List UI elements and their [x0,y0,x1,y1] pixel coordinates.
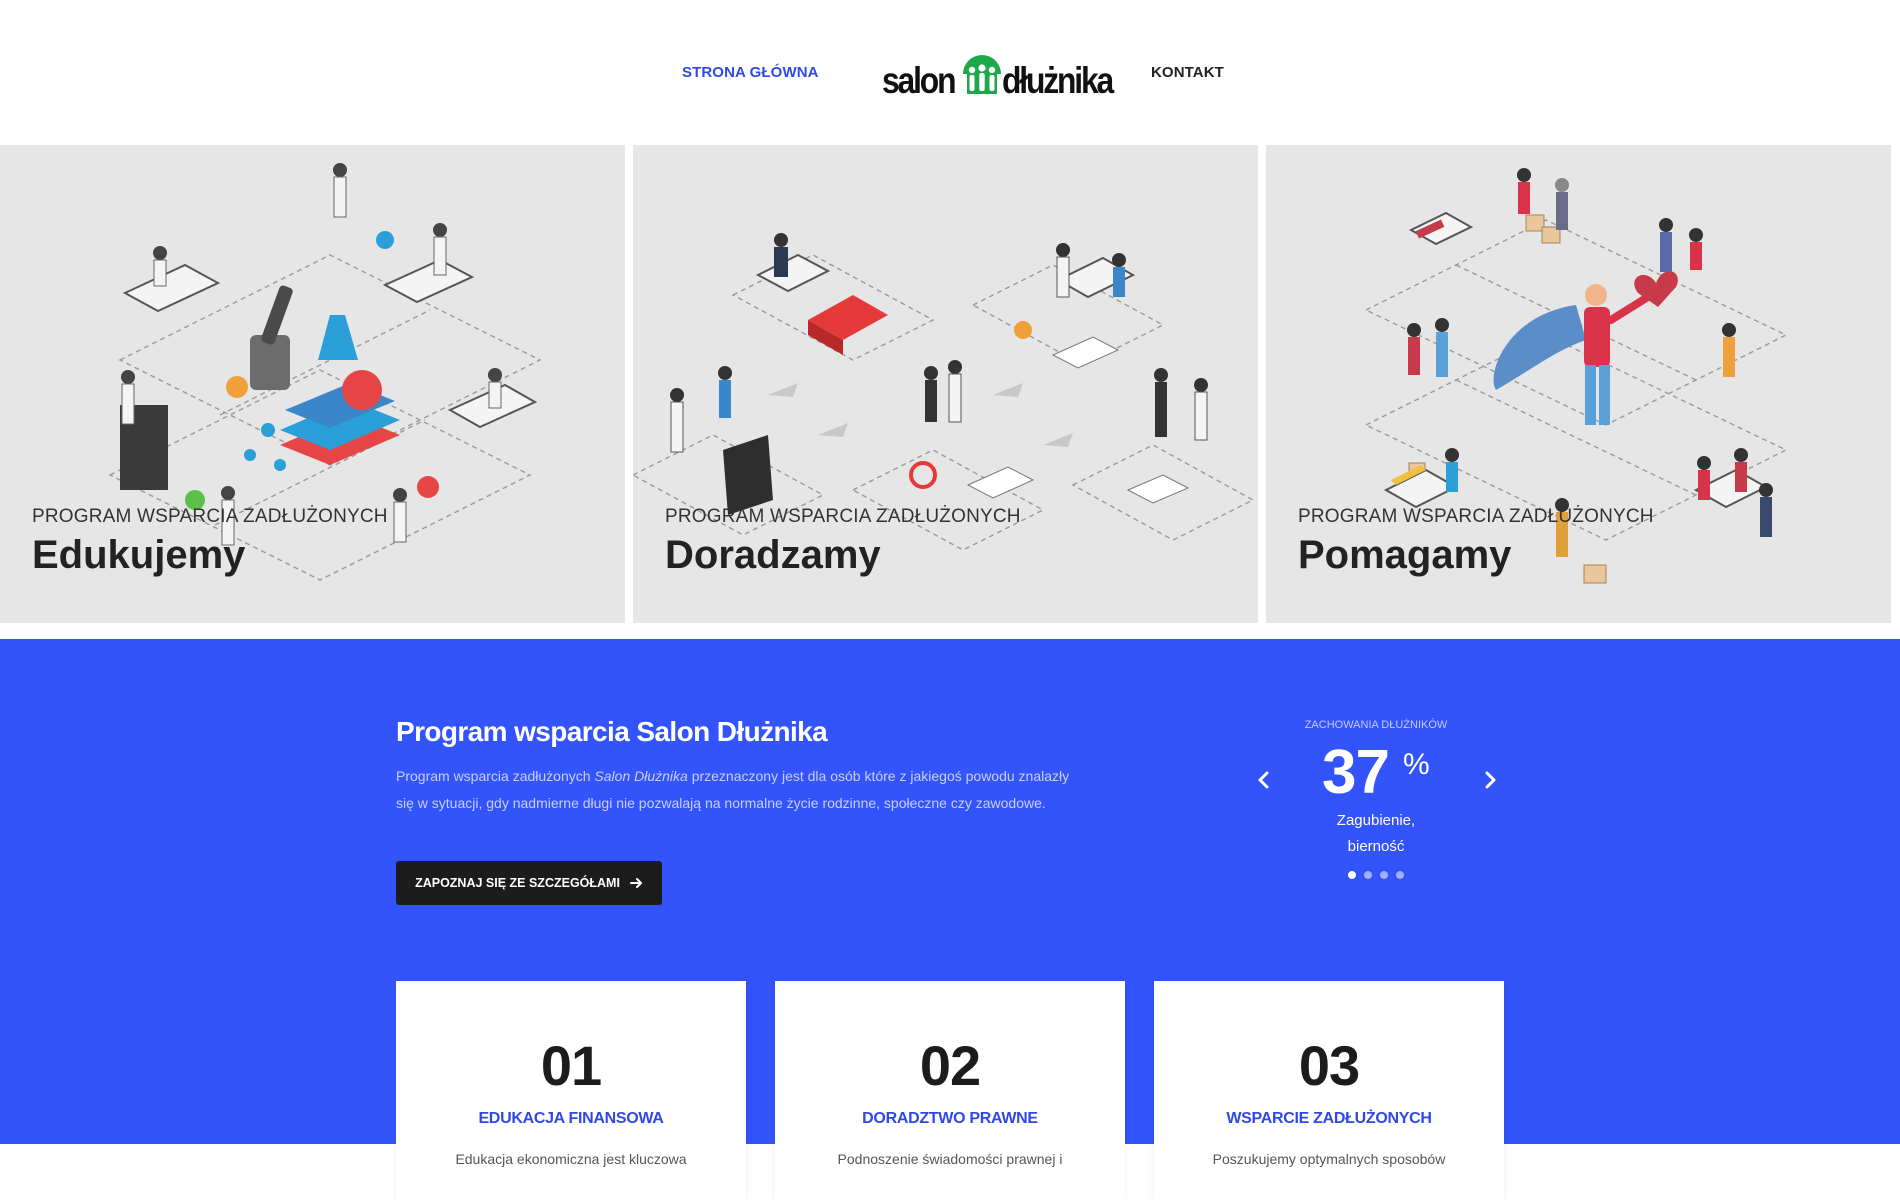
card-number: 01 [540,1034,602,1097]
site-header: STRONA GŁÓWNA salon dłużnika KONTAKT [0,0,1900,145]
slider-dots [1348,871,1404,879]
slider-dot[interactable] [1364,871,1372,879]
card-text: Podnoszenie świadomości prawnej i [837,1151,1063,1167]
slider-dot[interactable] [1380,871,1388,879]
card-text: Poszukujemy optymalnych sposobów [1212,1151,1446,1167]
program-title: Program wsparcia Salon Dłużnika [396,716,828,747]
stat-caption: Zagubienie, bierność [1336,812,1416,855]
card-title: DORADZTWO PRAWNE [862,1110,1038,1127]
program-description: Program wsparcia zadłużonych Salon Dłużn… [396,763,1076,816]
arrow-right-icon [629,878,642,888]
nav-contact-link[interactable]: KONTAKT [1151,64,1224,81]
stat-unit: % [1403,748,1430,781]
card-text: Edukacja ekonomiczna jest kluczowa [455,1151,687,1167]
tile-kicker: PROGRAM WSPARCIA ZADŁUŻONYCH [32,506,388,527]
card-title: EDUKACJA FINANSOWA [478,1110,664,1127]
nav-home-link[interactable]: STRONA GŁÓWNA [682,64,819,81]
feature-card-education[interactable]: 01 EDUKACJA FINANSOWA Edukacja ekonomicz… [396,981,746,1200]
logo-text-salon: salon [882,60,957,101]
site-logo[interactable]: salon dłużnika [882,46,1114,104]
program-desc-part1: Program wsparcia zadłużonych [396,768,595,784]
logo-emblem-icon [963,55,1001,94]
chevron-right-icon[interactable] [1478,768,1502,792]
stat-value: 37 [1322,738,1390,807]
card-title: WSPARCIE ZADŁUŻONYCH [1226,1110,1432,1127]
tile-doradzamy[interactable]: PROGRAM WSPARCIA ZADŁUŻONYCH Doradzamy [633,145,1258,623]
card-number: 03 [1298,1034,1360,1097]
slider-dot[interactable] [1348,871,1356,879]
tile-edukujemy[interactable]: PROGRAM WSPARCIA ZADŁUŻONYCH Edukujemy [0,145,625,623]
logo-text-dluznika: dłużnika [1002,60,1114,101]
tile-title: Pomagamy [1298,533,1512,577]
feature-card-support[interactable]: 03 WSPARCIE ZADŁUŻONYCH Poszukujemy opty… [1154,981,1504,1200]
tile-pomagamy[interactable]: PROGRAM WSPARCIA ZADŁUŻONYCH Pomagamy [1266,145,1891,623]
hero-tiles: PROGRAM WSPARCIA ZADŁUŻONYCH Edukujemy P… [0,145,1900,623]
tile-title: Edukujemy [32,533,246,577]
tile-kicker: PROGRAM WSPARCIA ZADŁUŻONYCH [665,506,1021,527]
details-button-label: ZAPOZNAJ SIĘ ZE SZCZEGÓŁAMI [415,876,620,890]
details-button[interactable]: ZAPOZNAJ SIĘ ZE SZCZEGÓŁAMI [396,861,662,905]
chevron-left-icon[interactable] [1252,768,1276,792]
feature-card-legal[interactable]: 02 DORADZTWO PRAWNE Podnoszenie świadomo… [775,981,1125,1200]
card-number: 02 [919,1034,981,1097]
program-desc-brand: Salon Dłużnika [594,768,688,784]
stat-label: ZACHOWANIA DŁUŻNIKÓW [1304,719,1448,731]
tile-title: Doradzamy [665,533,881,577]
slider-dot[interactable] [1396,871,1404,879]
tile-kicker: PROGRAM WSPARCIA ZADŁUŻONYCH [1298,506,1654,527]
